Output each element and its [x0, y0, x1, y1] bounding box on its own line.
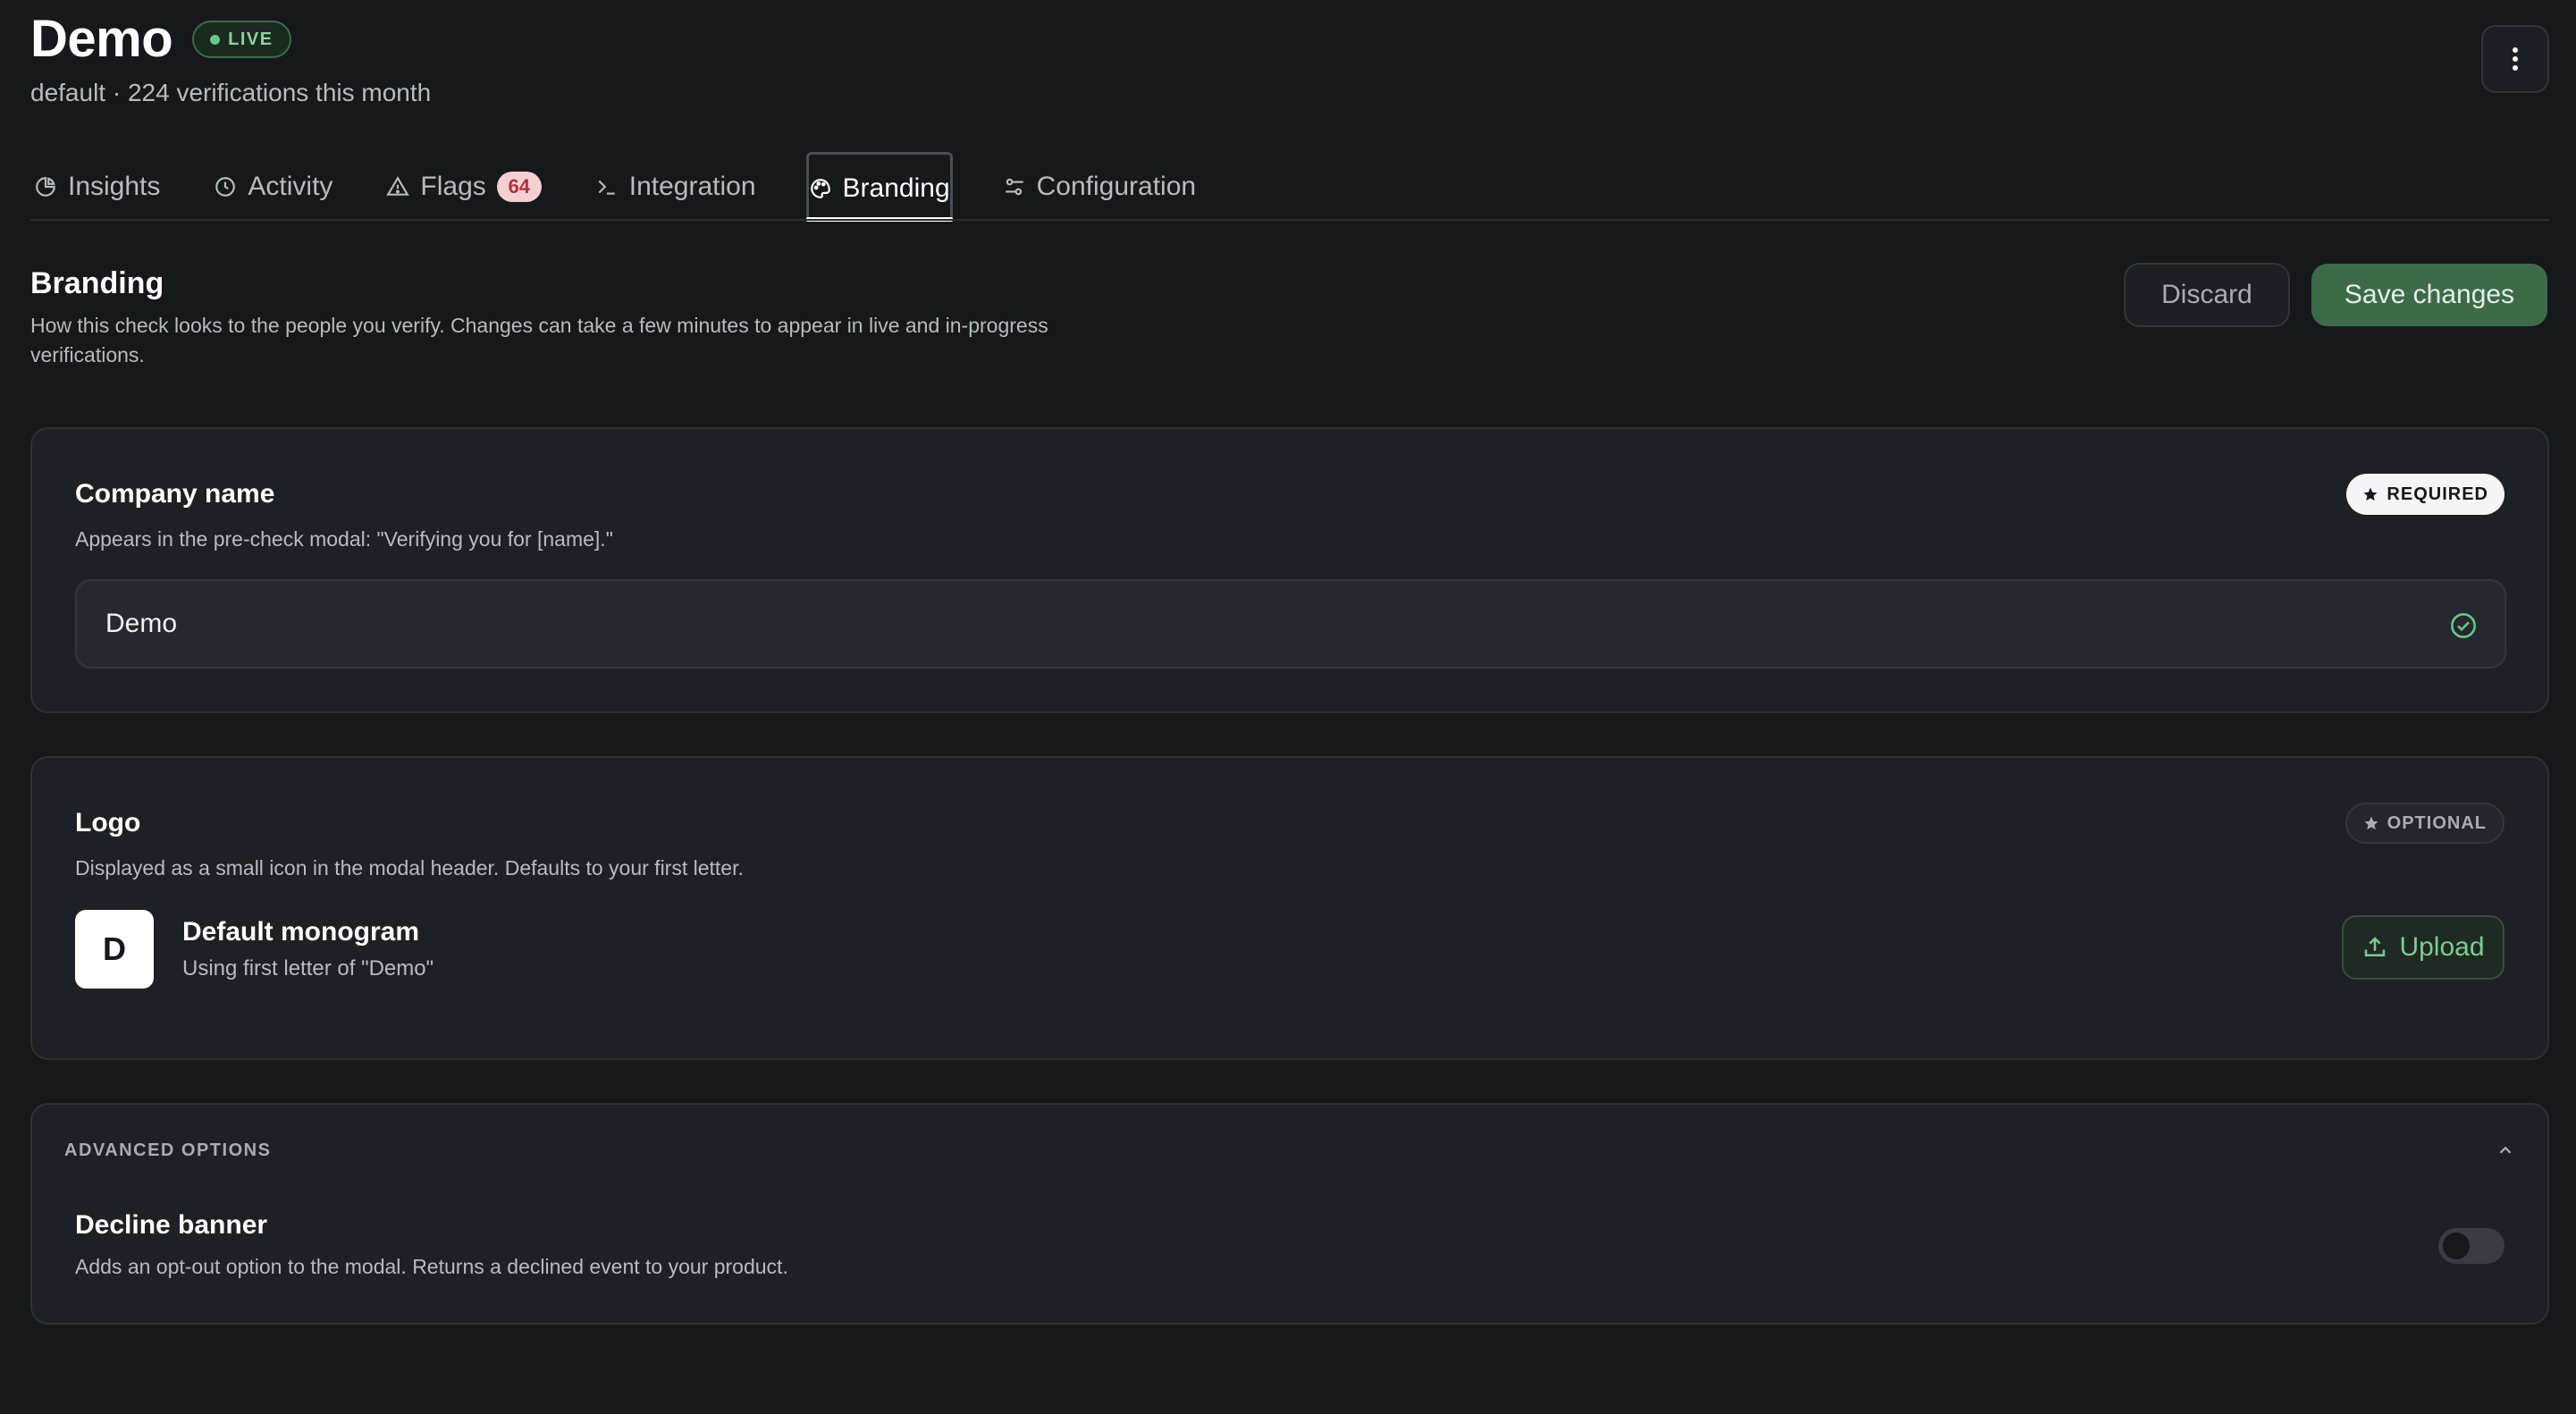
required-badge-label: REQUIRED	[2387, 484, 2488, 504]
section-description: How this check looks to the people you v…	[30, 314, 1048, 366]
company-name-title: Company name	[75, 479, 275, 509]
sliders-icon	[1005, 178, 1023, 196]
logo-card: Logo OPTIONAL Displayed as a small icon …	[30, 756, 2549, 1060]
tab-integration[interactable]: Integration	[592, 152, 760, 222]
tab-flags[interactable]: Flags 64	[383, 152, 544, 222]
star-icon	[2364, 816, 2378, 830]
upload-button-label: Upload	[2399, 932, 2485, 962]
decline-banner-description: Adds an opt-out option to the modal. Ret…	[75, 1255, 788, 1278]
status-badge-label: LIVE	[228, 29, 274, 49]
page-title: Demo	[30, 10, 173, 68]
check-circle-icon	[2451, 613, 2476, 638]
decline-banner-title: Decline banner	[75, 1210, 268, 1240]
tabs-divider	[30, 219, 2549, 221]
tab-insights-label: Insights	[68, 172, 161, 201]
optional-badge: OPTIONAL	[2344, 803, 2504, 844]
decline-banner-toggle[interactable]	[2438, 1228, 2504, 1264]
company-name-card: Company name REQUIRED Appears in the pre…	[30, 427, 2549, 713]
company-name-field	[75, 579, 2506, 669]
tab-configuration[interactable]: Configuration	[999, 152, 1200, 222]
monogram-title: Default monogram	[182, 917, 420, 947]
status-badge: LIVE	[192, 21, 291, 58]
optional-badge-label: OPTIONAL	[2387, 812, 2487, 833]
clock-icon	[215, 177, 236, 197]
palette-icon	[810, 178, 830, 198]
section-title: Branding	[30, 266, 164, 300]
tab-branding[interactable]: Branding	[805, 152, 953, 222]
branding-page: Demo LIVE default · 224 verifications th…	[0, 0, 2576, 1414]
warning-triangle-icon	[386, 176, 410, 196]
advanced-options-toggle[interactable]: ADVANCED OPTIONS	[64, 1140, 271, 1161]
upload-button[interactable]: Upload	[2342, 915, 2504, 980]
live-dot-icon	[210, 34, 221, 45]
tab-configuration-label: Configuration	[1036, 172, 1197, 201]
toggle-knob	[2443, 1233, 2470, 1259]
tab-activity-label: Activity	[248, 172, 333, 201]
tab-integration-label: Integration	[628, 172, 756, 201]
company-name-input[interactable]	[77, 581, 2504, 667]
chevron-up-icon[interactable]	[2496, 1140, 2515, 1160]
discard-button[interactable]: Discard	[2124, 263, 2290, 327]
star-icon	[2363, 487, 2378, 501]
monogram-preview: D	[75, 910, 154, 989]
logo-title: Logo	[75, 808, 141, 837]
advanced-options-card: ADVANCED OPTIONS Decline banner Adds an …	[30, 1103, 2549, 1325]
tab-insights[interactable]: Insights	[30, 152, 164, 222]
logo-description: Displayed as a small icon in the modal h…	[75, 856, 744, 880]
company-name-description: Appears in the pre-check modal: "Verifyi…	[75, 527, 613, 551]
terminal-icon	[598, 180, 615, 195]
tab-bar: Insights Activity Flags 64 Integration B…	[30, 152, 1246, 222]
page-subtitle: default · 224 verifications this month	[30, 79, 432, 106]
tab-branding-label: Branding	[842, 173, 950, 203]
monogram-subtitle: Using first letter of "Demo"	[182, 956, 434, 981]
required-badge: REQUIRED	[2346, 474, 2504, 515]
tab-flags-label: Flags	[420, 172, 486, 201]
pie-chart-icon	[36, 177, 55, 197]
upload-icon	[2365, 937, 2386, 956]
tab-activity[interactable]: Activity	[210, 152, 336, 222]
more-options-button[interactable]	[2481, 25, 2549, 93]
flags-count-badge: 64	[496, 172, 542, 202]
save-changes-button[interactable]: Save changes	[2311, 264, 2547, 326]
title-row: Demo LIVE	[30, 9, 291, 70]
vertical-dots-icon	[2513, 47, 2518, 71]
